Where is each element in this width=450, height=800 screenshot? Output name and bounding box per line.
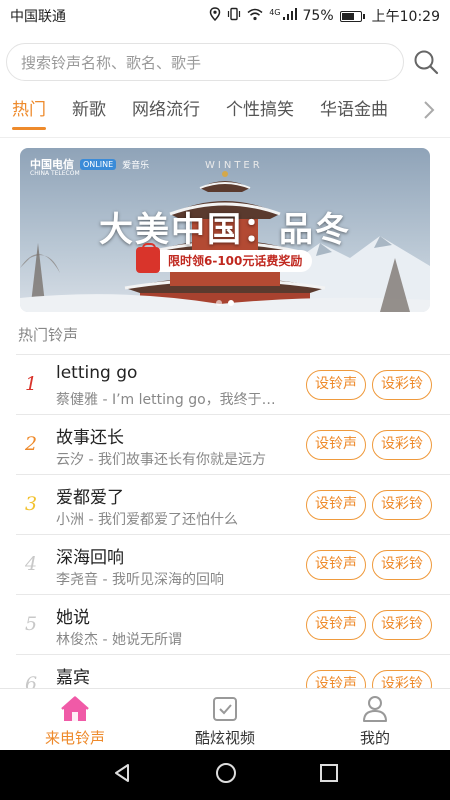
video-check-icon [212, 695, 238, 723]
list-item[interactable]: 3 爱都爱了 小洲 - 我们爱都爱了还怕什么 设铃声 设彩铃 [16, 475, 450, 535]
chevron-right-icon [424, 101, 435, 119]
song-title: letting go [56, 363, 138, 383]
banner-title: 大美中国：品冬 [99, 210, 351, 250]
tab-new-songs[interactable]: 新歌 [72, 88, 106, 132]
system-nav-bar [0, 750, 450, 800]
section-title: 热门铃声 [18, 326, 79, 344]
list-item[interactable]: 1 letting go 蔡健雅 - I’m letting go，我终于… 设… [16, 355, 450, 415]
tabs-more-button[interactable] [414, 90, 444, 130]
set-color-ringtone-button[interactable]: 设彩铃 [372, 610, 432, 640]
search-input[interactable]: 搜索铃声名称、歌名、歌手 [6, 43, 404, 81]
song-artist-lyric: 蔡健雅 - I’m letting go，我终于… [56, 392, 276, 408]
gift-bag-icon [136, 243, 160, 273]
signal-icon [282, 8, 297, 24]
search-placeholder: 搜索铃声名称、歌名、歌手 [21, 53, 202, 72]
carrier-label: 中国联通 [10, 9, 66, 25]
song-title: 她说 [56, 608, 90, 628]
home-icon [61, 695, 89, 723]
rank-number: 4 [25, 553, 38, 575]
clock: 上午10:29 [371, 9, 440, 25]
tab-hot[interactable]: 热门 [12, 88, 46, 132]
network-type-label: 4G [269, 7, 281, 17]
ringtone-list[interactable]: 1 letting go 蔡健雅 - I’m letting go，我终于… 设… [0, 355, 450, 688]
wifi-icon [247, 8, 263, 25]
list-item[interactable]: 5 她说 林俊杰 - 她说无所谓 设铃声 设彩铃 [16, 595, 450, 655]
tabs-divider [0, 137, 450, 138]
set-color-ringtone-button[interactable]: 设彩铃 [372, 550, 432, 580]
banner-logo-badge: ONLINE [80, 158, 117, 170]
home-circle-icon [216, 763, 236, 783]
song-artist-lyric: 林俊杰 - 她说无所谓 [56, 632, 182, 648]
set-color-ringtone-button[interactable]: 设彩铃 [372, 430, 432, 460]
recents-button[interactable] [319, 763, 339, 787]
home-button[interactable] [215, 762, 237, 788]
rank-number: 2 [25, 433, 38, 455]
tab-funny[interactable]: 个性搞笑 [226, 88, 294, 132]
vibrate-icon [227, 7, 241, 25]
search-row: 搜索铃声名称、歌名、歌手 [6, 42, 444, 82]
set-ringtone-button[interactable]: 设铃声 [306, 430, 366, 460]
carousel-dot [228, 300, 234, 306]
nav-label: 酷炫视频 [194, 729, 255, 747]
carousel-indicator [20, 300, 430, 306]
back-triangle-icon [115, 764, 129, 782]
status-bar: 中国联通 4G 75% 上午10:29 [0, 0, 450, 32]
song-title: 嘉宾 [56, 668, 90, 688]
battery-icon [339, 10, 365, 22]
song-title: 爱都爱了 [56, 488, 124, 508]
song-artist-lyric: 李尧音 - 我听见深海的回响 [56, 572, 224, 588]
rank-number: 5 [25, 613, 38, 635]
banner-promo-text: 限时领6-100元话费奖励 [168, 254, 303, 268]
list-item[interactable]: 2 故事还长 云汐 - 我们故事还长有你就是远方 设铃声 设彩铃 [16, 415, 450, 475]
set-ringtone-button[interactable]: 设铃声 [306, 670, 366, 688]
nav-label: 我的 [359, 729, 390, 747]
list-item[interactable]: 6 嘉宾 设铃声 设彩铃 [16, 655, 450, 688]
location-icon [209, 7, 221, 25]
rank-number: 6 [25, 673, 38, 688]
battery-percent: 75% [302, 8, 334, 24]
user-icon [362, 695, 388, 723]
song-title: 故事还长 [56, 428, 124, 448]
banner-promo: 限时领6-100元话费奖励 [136, 243, 313, 273]
banner-subtitle: WINTER [205, 160, 263, 171]
banner-logo-brand: 爱音乐 [122, 160, 150, 171]
nav-mine[interactable]: 我的 [300, 689, 450, 750]
set-color-ringtone-button[interactable]: 设彩铃 [372, 490, 432, 520]
set-color-ringtone-button[interactable]: 设彩铃 [372, 370, 432, 400]
song-artist-lyric: 云汐 - 我们故事还长有你就是远方 [56, 452, 266, 468]
back-button[interactable] [111, 762, 133, 788]
list-item[interactable]: 4 深海回响 李尧音 - 我听见深海的回响 设铃声 设彩铃 [16, 535, 450, 595]
rank-number: 3 [25, 493, 38, 515]
nav-incoming-ringtones[interactable]: 来电铃声 [0, 689, 150, 750]
banner-logo-sub: CHINA TELECOM [30, 170, 80, 177]
nav-cool-videos[interactable]: 酷炫视频 [150, 689, 300, 750]
search-icon [414, 50, 439, 75]
set-ringtone-button[interactable]: 设铃声 [306, 370, 366, 400]
search-button[interactable] [408, 43, 444, 81]
song-title: 深海回响 [56, 548, 124, 568]
tab-chinese-classics[interactable]: 华语金曲 [320, 88, 388, 132]
set-color-ringtone-button[interactable]: 设彩铃 [372, 670, 432, 688]
recents-square-icon [320, 764, 338, 782]
set-ringtone-button[interactable]: 设铃声 [306, 490, 366, 520]
set-ringtone-button[interactable]: 设铃声 [306, 610, 366, 640]
song-artist-lyric: 小洲 - 我们爱都爱了还怕什么 [56, 512, 238, 528]
set-ringtone-button[interactable]: 设铃声 [306, 550, 366, 580]
tab-internet-popular[interactable]: 网络流行 [132, 88, 200, 132]
nav-label: 来电铃声 [44, 729, 105, 747]
promo-banner[interactable]: 中国电信 ONLINE 爱音乐 CHINA TELECOM WINTER 大美中… [20, 148, 430, 312]
bottom-nav: 来电铃声 酷炫视频 我的 [0, 688, 450, 750]
rank-number: 1 [25, 373, 38, 395]
status-icons: 4G 75% 上午10:29 [209, 6, 440, 26]
category-tabs: 热门 新歌 网络流行 个性搞笑 华语金曲 [0, 88, 450, 132]
carousel-dot [216, 300, 222, 306]
